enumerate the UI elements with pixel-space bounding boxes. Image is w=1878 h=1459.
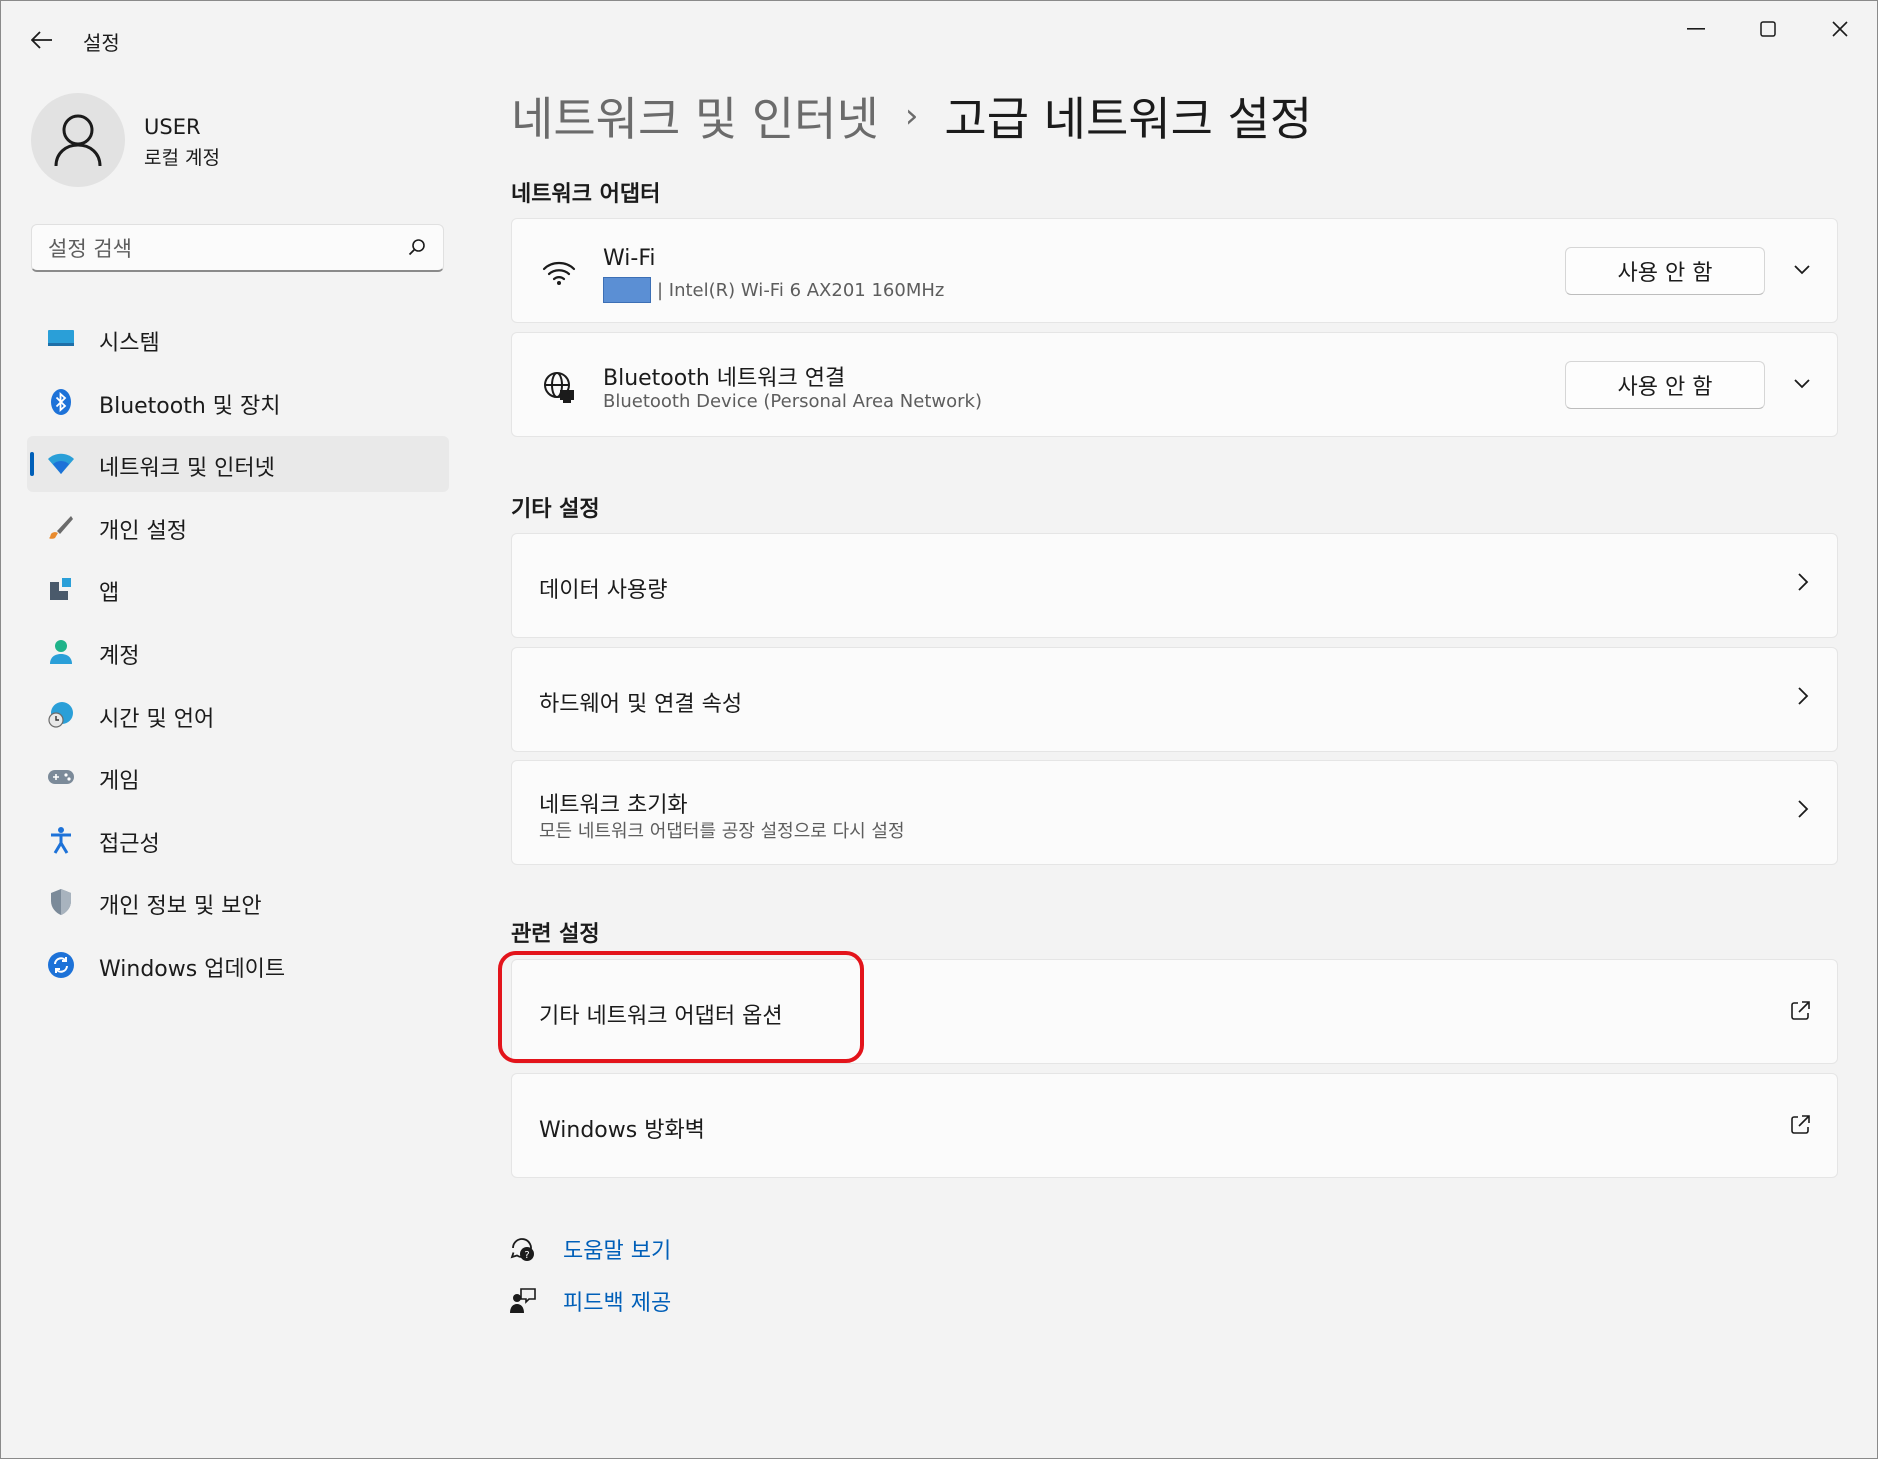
time-language-icon	[47, 701, 75, 729]
adapter-detail: | Intel(R) Wi-Fi 6 AX201 160MHz	[603, 277, 944, 303]
maximize-icon	[1760, 21, 1776, 37]
apps-icon	[47, 575, 75, 603]
page-title: 고급 네트워크 설정	[944, 92, 1313, 146]
arrow-left-icon	[31, 31, 52, 49]
search-input[interactable]	[46, 233, 390, 265]
network-globe-icon	[539, 367, 579, 407]
section-title-adapters: 네트워크 어댑터	[511, 182, 661, 207]
sidebar-item-gaming[interactable]: 게임	[27, 749, 449, 805]
adapter-card-wifi[interactable]: Wi-Fi | Intel(R) Wi-Fi 6 AX201 160MHz 사용…	[511, 218, 1838, 323]
section-title-related: 관련 설정	[511, 922, 600, 947]
disable-button[interactable]: 사용 안 함	[1565, 247, 1765, 295]
sidebar-item-windows-update[interactable]: Windows 업데이트	[27, 937, 449, 993]
card-subtitle: 모든 네트워크 어댑터를 공장 설정으로 다시 설정	[539, 821, 905, 842]
settings-window: 설정 USER 로컬 계정 시스템	[0, 0, 1878, 1459]
network-reset-card[interactable]: 네트워크 초기화 모든 네트워크 어댑터를 공장 설정으로 다시 설정	[511, 760, 1838, 865]
account-icon	[47, 638, 75, 666]
section-title-other: 기타 설정	[511, 497, 600, 522]
svg-text:?: ?	[524, 1250, 529, 1261]
minimize-button[interactable]	[1666, 9, 1726, 49]
external-link-icon	[1789, 1000, 1811, 1026]
adapter-name: Bluetooth 네트워크 연결	[603, 366, 846, 391]
highlight-box	[498, 951, 864, 1063]
back-button[interactable]	[25, 23, 59, 57]
sidebar-item-time-language[interactable]: 시간 및 언어	[27, 687, 449, 743]
user-icon	[54, 114, 102, 167]
sidebar-item-personalization[interactable]: 개인 설정	[27, 499, 449, 555]
adapter-name: Wi-Fi	[603, 246, 656, 271]
sidebar-item-network[interactable]: 네트워크 및 인터넷	[27, 436, 449, 493]
search-icon[interactable]	[407, 237, 427, 261]
accessibility-icon	[47, 826, 75, 854]
help-icon: ?	[510, 1238, 534, 1261]
data-usage-card[interactable]: 데이터 사용량	[511, 533, 1838, 638]
sidebar-item-apps[interactable]: 앱	[27, 561, 449, 617]
wifi-icon	[47, 450, 75, 478]
windows-firewall-card[interactable]: Windows 방화벽	[511, 1073, 1838, 1178]
brush-icon	[47, 513, 75, 541]
update-icon	[47, 951, 75, 979]
feedback-link[interactable]: 피드백 제공	[509, 1285, 671, 1317]
chevron-right-icon	[1797, 686, 1809, 710]
card-title: 네트워크 초기화	[539, 793, 688, 818]
active-indicator	[30, 452, 34, 477]
sidebar-item-system[interactable]: 시스템	[27, 311, 449, 367]
sidebar-item-privacy[interactable]: 개인 정보 및 보안	[27, 874, 449, 930]
adapter-detail: Bluetooth Device (Personal Area Network)	[603, 391, 982, 412]
chevron-right-icon: ›	[904, 96, 919, 136]
avatar[interactable]	[31, 93, 125, 187]
minimize-icon	[1687, 28, 1705, 30]
account-type: 로컬 계정	[144, 147, 220, 169]
gamepad-icon	[47, 763, 75, 791]
system-icon	[47, 325, 75, 353]
external-link-icon	[1789, 1114, 1811, 1140]
search-box	[31, 224, 444, 272]
card-title: 데이터 사용량	[539, 578, 668, 603]
maximize-button[interactable]	[1738, 9, 1798, 49]
help-link[interactable]: ? 도움말 보기	[509, 1233, 671, 1265]
disable-button[interactable]: 사용 안 함	[1565, 361, 1765, 409]
shield-icon	[47, 888, 75, 916]
help-link-label[interactable]: 도움말 보기	[563, 1233, 671, 1265]
redacted-block	[603, 277, 651, 303]
title-bar: 설정	[1, 1, 1877, 73]
user-name: USER	[144, 115, 201, 139]
sidebar-item-accessibility[interactable]: 접근성	[27, 812, 449, 868]
chevron-down-icon[interactable]	[1793, 261, 1811, 280]
breadcrumb: 네트워크 및 인터넷 › 고급 네트워크 설정	[511, 83, 1312, 149]
close-icon	[1832, 21, 1848, 37]
feedback-icon	[510, 1288, 536, 1313]
card-title: Windows 방화벽	[539, 1118, 705, 1143]
card-title: 하드웨어 및 연결 속성	[539, 692, 743, 717]
close-button[interactable]	[1810, 9, 1870, 49]
app-title: 설정	[83, 31, 120, 55]
chevron-right-icon	[1797, 572, 1809, 596]
hardware-properties-card[interactable]: 하드웨어 및 연결 속성	[511, 647, 1838, 752]
chevron-right-icon	[1797, 799, 1809, 823]
wifi-icon	[539, 253, 579, 293]
sidebar-item-bluetooth[interactable]: Bluetooth 및 장치	[27, 374, 449, 430]
chevron-down-icon[interactable]	[1793, 375, 1811, 394]
sidebar-nav: 시스템 Bluetooth 및 장치 네트워크 및 인터넷 개인 설정 앱 계정…	[27, 311, 449, 1000]
bluetooth-icon	[47, 388, 75, 416]
breadcrumb-parent[interactable]: 네트워크 및 인터넷	[511, 83, 879, 149]
sidebar-item-accounts[interactable]: 계정	[27, 624, 449, 680]
adapter-card-bluetooth[interactable]: Bluetooth 네트워크 연결 Bluetooth Device (Pers…	[511, 332, 1838, 437]
feedback-link-label[interactable]: 피드백 제공	[563, 1285, 671, 1317]
